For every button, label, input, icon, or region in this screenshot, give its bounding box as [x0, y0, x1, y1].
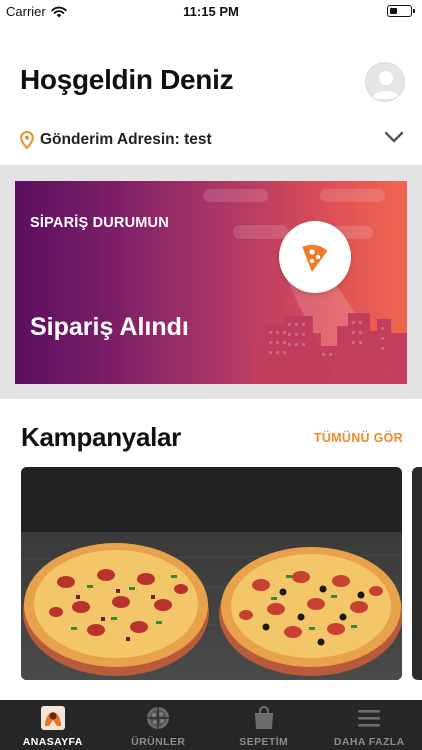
tab-more[interactable]: DAHA FAZLA [317, 700, 422, 750]
campaigns-title: Kampanyalar [21, 422, 181, 452]
location-pin-icon [20, 131, 34, 149]
city-skyline-illustration [203, 189, 407, 384]
status-time: 11:15 PM [183, 4, 239, 19]
order-status-value: Sipariş Alındı [30, 313, 189, 341]
pizza-slice-icon [301, 242, 329, 272]
tab-bar: ANASAYFA ÜRÜNLER SEPETİM DAHA FAZLA [0, 700, 422, 750]
delivery-address-label: Gönderim Adresin: test [40, 131, 212, 148]
avatar[interactable] [365, 62, 405, 102]
tab-products[interactable]: ÜRÜNLER [106, 700, 212, 750]
campaign-card[interactable] [21, 467, 402, 680]
tab-products-label: ÜRÜNLER [131, 736, 186, 748]
pizza-slice-badge [279, 221, 351, 293]
order-status-panel: SİPARİŞ DURUMUN Sipariş Alındı [0, 165, 422, 399]
campaign-card-next[interactable] [412, 467, 422, 680]
tab-cart-label: SEPETİM [239, 736, 289, 748]
order-status-label: SİPARİŞ DURUMUN [30, 215, 169, 231]
user-avatar-icon [372, 71, 400, 99]
tab-more-label: DAHA FAZLA [333, 736, 405, 748]
pizza-icon [147, 707, 170, 729]
see-all-link[interactable]: TÜMÜNÜ GÖR [314, 431, 403, 445]
bag-icon [254, 706, 273, 729]
home-logo-icon [40, 706, 65, 730]
pizza-campaign-image [21, 467, 402, 680]
delivery-address-selector[interactable]: Gönderim Adresin: test [20, 129, 404, 151]
menu-icon [358, 710, 381, 727]
order-status-banner[interactable]: SİPARİŞ DURUMUN Sipariş Alındı [15, 181, 407, 384]
tab-home-label: ANASAYFA [22, 736, 83, 748]
greeting-title: Hoşgeldin Deniz [20, 64, 234, 95]
status-bar: Carrier 11:15 PM [0, 0, 422, 22]
chevron-down-icon[interactable] [384, 130, 404, 144]
tab-home[interactable]: ANASAYFA [0, 700, 106, 750]
tab-cart[interactable]: SEPETİM [211, 700, 317, 750]
battery-icon [387, 5, 415, 17]
